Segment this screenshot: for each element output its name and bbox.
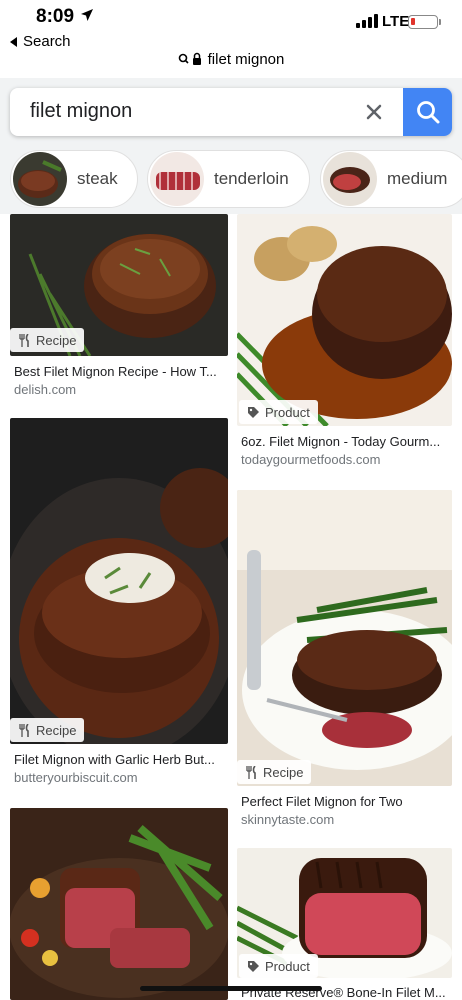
result-card[interactable]: Product 6oz. Filet Mignon - Today Gourm.…	[237, 214, 452, 470]
chip-thumbnail	[323, 152, 377, 206]
clear-icon[interactable]	[362, 100, 386, 124]
result-image[interactable]	[10, 808, 228, 1000]
result-source: butteryourbiscuit.com	[14, 770, 138, 785]
cellular-signal-icon	[356, 14, 378, 28]
location-arrow-icon	[81, 9, 93, 21]
search-icon	[416, 101, 439, 124]
search-lock-icon	[178, 52, 201, 65]
related-searches: steak tenderloin medium	[0, 146, 462, 214]
fork-knife-icon	[19, 723, 29, 737]
result-title[interactable]: 6oz. Filet Mignon - Today Gourm...	[241, 434, 449, 449]
battery-level	[411, 18, 415, 25]
result-source: todaygourmetfoods.com	[241, 452, 381, 467]
chip-thumbnail	[13, 152, 67, 206]
result-title[interactable]: Perfect Filet Mignon for Two	[241, 794, 449, 809]
search-area: filet mignon	[0, 78, 462, 146]
badge-label: Recipe	[263, 764, 304, 780]
badge-label: Product	[265, 958, 310, 974]
fork-knife-icon	[19, 333, 29, 347]
chip-label: steak	[77, 169, 118, 188]
recipe-badge: Recipe	[237, 760, 312, 784]
status-bar: 8:09 LTE	[0, 0, 462, 34]
battery-tip	[439, 19, 441, 25]
badge-label: Recipe	[36, 722, 77, 738]
back-arrow-icon	[10, 36, 17, 47]
result-title[interactable]: Filet Mignon with Garlic Herb But...	[14, 752, 226, 767]
result-card[interactable]: Recipe Best Filet Mignon Recipe - How T.…	[10, 214, 228, 404]
recipe-badge: Recipe	[10, 328, 85, 352]
chip-label: medium	[387, 169, 448, 188]
result-image[interactable]	[237, 490, 452, 786]
clock: 8:09	[36, 6, 75, 27]
result-source: skinnytaste.com	[241, 812, 335, 827]
badge-label: Product	[265, 404, 310, 420]
chip-label: tenderloin	[214, 169, 289, 188]
badge-label: Recipe	[36, 332, 77, 348]
product-badge: Product	[239, 400, 318, 424]
chip-steak[interactable]: steak	[10, 150, 138, 208]
tag-icon	[248, 960, 259, 972]
result-title[interactable]: Best Filet Mignon Recipe - How T...	[14, 364, 226, 379]
result-card[interactable]	[10, 808, 228, 1000]
battery-icon	[408, 15, 438, 29]
result-card[interactable]: Recipe Filet Mignon with Garlic Herb But…	[10, 418, 228, 790]
result-card[interactable]: Recipe Perfect Filet Mignon for Two skin…	[237, 490, 452, 830]
result-source: delish.com	[14, 382, 77, 397]
search-input[interactable]: filet mignon	[30, 100, 132, 123]
result-card[interactable]: Product Private Reserve® Bone-In Filet M…	[237, 848, 452, 1000]
search-box[interactable]: filet mignon	[10, 88, 452, 136]
recipe-badge: Recipe	[10, 718, 85, 742]
search-button[interactable]	[403, 88, 452, 136]
chip-tenderloin[interactable]: tenderloin	[147, 150, 310, 208]
chip-medium[interactable]: medium	[320, 150, 462, 208]
fork-knife-icon	[246, 765, 256, 779]
url-bar[interactable]: filet mignon	[0, 46, 462, 72]
tag-icon	[248, 406, 259, 418]
result-image[interactable]	[237, 214, 452, 426]
url-text: filet mignon	[207, 50, 285, 68]
network-type: LTE	[382, 13, 410, 30]
home-indicator[interactable]	[140, 986, 322, 991]
product-badge: Product	[239, 954, 318, 978]
result-image[interactable]	[10, 418, 228, 744]
chip-thumbnail	[150, 152, 204, 206]
